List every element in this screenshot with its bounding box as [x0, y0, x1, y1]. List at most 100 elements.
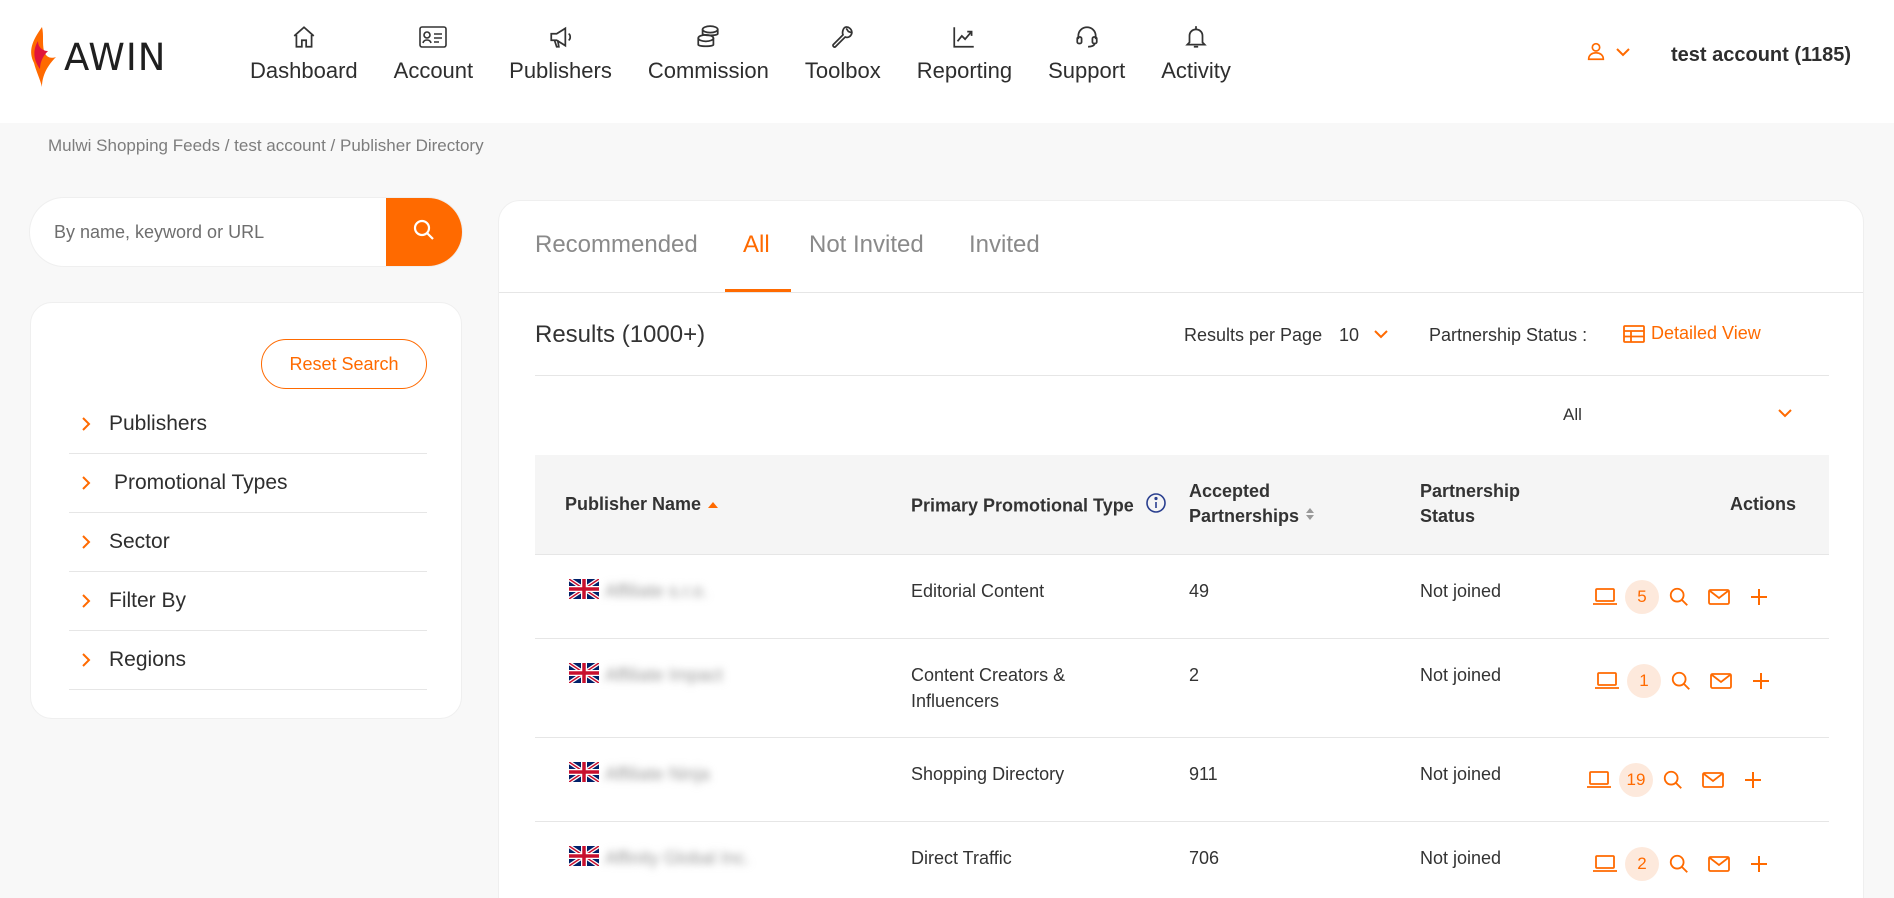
filter-publishers[interactable]: Publishers	[69, 395, 427, 454]
home-icon	[289, 22, 319, 52]
awin-flame-icon	[31, 27, 56, 87]
nav-activity[interactable]: Activity	[1143, 22, 1249, 84]
sites-count-badge[interactable]: 5	[1625, 580, 1659, 614]
uk-flag-icon	[569, 846, 599, 866]
partnership-status: Not joined	[1420, 581, 1502, 601]
col-label: Publisher Name	[565, 494, 702, 514]
nav-label: Support	[1048, 58, 1126, 83]
breadcrumb[interactable]: Mulwi Shopping Feeds / test account / Pu…	[48, 136, 484, 156]
publisher-name[interactable]: Affiliate Impact	[605, 665, 723, 686]
tab-not-invited[interactable]: Not Invited	[809, 231, 924, 259]
filter-filter-by[interactable]: Filter By	[69, 572, 427, 631]
search-button[interactable]	[386, 198, 462, 266]
nav-label: Account	[393, 58, 474, 83]
search-input[interactable]	[30, 198, 386, 266]
nav-publishers[interactable]: Publishers	[491, 22, 630, 84]
sites-count-badge[interactable]: 1	[1627, 664, 1661, 698]
chevron-right-icon	[69, 652, 97, 668]
results-per-page-label: Results per Page	[1184, 325, 1323, 345]
plus-icon[interactable]	[1739, 581, 1779, 613]
megaphone-icon	[546, 22, 576, 52]
awin-logo[interactable]: AWIN	[28, 26, 166, 88]
nav-label: Dashboard	[250, 58, 358, 83]
results-panel: Recommended All Not Invited Invited Resu…	[498, 200, 1864, 898]
table-icon	[1623, 324, 1645, 343]
search-icon[interactable]	[1659, 848, 1699, 880]
col-label-line-1: Partnership	[1420, 481, 1521, 501]
filter-label: Promotional Types	[114, 471, 288, 494]
table-row: Affiliate Ninja Shopping Directory 911 N…	[535, 738, 1829, 822]
user-menu-toggle[interactable]	[1585, 40, 1631, 67]
tab-invited[interactable]: Invited	[969, 231, 1040, 259]
sort-icon	[1304, 506, 1316, 526]
nav-label: Activity	[1161, 58, 1231, 83]
chevron-right-icon	[69, 593, 97, 609]
laptop-icon[interactable]	[1579, 764, 1619, 796]
row-actions: 1	[1587, 664, 1781, 698]
wrench-icon	[828, 22, 858, 52]
plus-icon[interactable]	[1739, 848, 1779, 880]
laptop-icon[interactable]	[1585, 848, 1625, 880]
filter-regions[interactable]: Regions	[69, 631, 427, 690]
col-label: Primary Promotional Type	[911, 495, 1134, 516]
row-actions: 2	[1585, 847, 1779, 881]
results-per-page-value[interactable]: 10	[1339, 325, 1359, 346]
partnership-status-select[interactable]: All	[1563, 397, 1793, 433]
col-publisher-name[interactable]: Publisher Name	[565, 492, 720, 517]
col-partnership-status: Partnership Status	[1420, 479, 1520, 529]
nav-dashboard[interactable]: Dashboard	[232, 22, 376, 84]
search-icon[interactable]	[1653, 764, 1693, 796]
publisher-name[interactable]: Affiliate Ninja	[605, 764, 710, 785]
filter-sector[interactable]: Sector	[69, 513, 427, 572]
plus-icon[interactable]	[1733, 764, 1773, 796]
mail-icon[interactable]	[1699, 848, 1739, 880]
row-actions: 19	[1579, 763, 1773, 797]
table-header: Publisher Name Primary Promotional Type …	[535, 455, 1829, 555]
laptop-icon[interactable]	[1587, 665, 1627, 697]
tab-bar: Recommended All Not Invited Invited	[499, 201, 1863, 293]
plus-icon[interactable]	[1741, 665, 1781, 697]
nav-account[interactable]: Account	[376, 22, 492, 84]
reset-search-button[interactable]: Reset Search	[261, 339, 427, 389]
table-row: Affiliate s.r.o. Editorial Content 49 No…	[535, 555, 1829, 639]
partnership-status: Not joined	[1420, 848, 1502, 868]
filter-label: Regions	[109, 648, 187, 671]
chevron-right-icon	[69, 475, 97, 491]
info-icon[interactable]	[1145, 492, 1167, 521]
publisher-name[interactable]: Affinity Global Inc.	[605, 848, 750, 869]
filter-label: Filter By	[109, 589, 187, 612]
nav-label: Reporting	[916, 58, 1013, 83]
publisher-name[interactable]: Affiliate s.r.o.	[605, 581, 708, 602]
accepted-partnerships: 911	[1189, 764, 1218, 784]
account-name[interactable]: test account (1185)	[1671, 44, 1851, 67]
row-actions: 5	[1585, 580, 1779, 614]
mail-icon[interactable]	[1693, 764, 1733, 796]
search-icon[interactable]	[1661, 665, 1701, 697]
table-row: Affinity Global Inc. Direct Traffic 706 …	[535, 822, 1829, 898]
col-label-line-1: Accepted	[1189, 481, 1271, 501]
sites-count-badge[interactable]: 19	[1619, 763, 1653, 797]
uk-flag-icon	[569, 762, 599, 782]
chevron-down-icon[interactable]	[1373, 327, 1389, 345]
detailed-view-link[interactable]: Detailed View	[1623, 323, 1761, 344]
nav-reporting[interactable]: Reporting	[899, 22, 1030, 84]
tab-recommended[interactable]: Recommended	[535, 231, 698, 259]
nav-toolbox[interactable]: Toolbox	[787, 22, 899, 84]
top-navigation-bar: AWIN Dashboard Account Publishers Commis…	[0, 0, 1894, 123]
accepted-partnerships: 49	[1189, 581, 1210, 601]
col-primary-type: Primary Promotional Type	[911, 492, 1167, 521]
nav-support[interactable]: Support	[1030, 22, 1143, 84]
laptop-icon[interactable]	[1585, 581, 1625, 613]
filter-promotional-types[interactable]: Promotional Types	[69, 454, 427, 513]
uk-flag-icon	[569, 663, 599, 683]
chevron-down-icon	[1615, 45, 1631, 63]
nav-commission[interactable]: Commission	[630, 22, 787, 84]
col-accepted-partnerships[interactable]: Accepted Partnerships	[1189, 479, 1316, 529]
user-icon	[1585, 40, 1607, 67]
mail-icon[interactable]	[1701, 665, 1741, 697]
search-box	[30, 198, 462, 266]
search-icon[interactable]	[1659, 581, 1699, 613]
sites-count-badge[interactable]: 2	[1625, 847, 1659, 881]
tab-all[interactable]: All	[743, 231, 770, 259]
mail-icon[interactable]	[1699, 581, 1739, 613]
